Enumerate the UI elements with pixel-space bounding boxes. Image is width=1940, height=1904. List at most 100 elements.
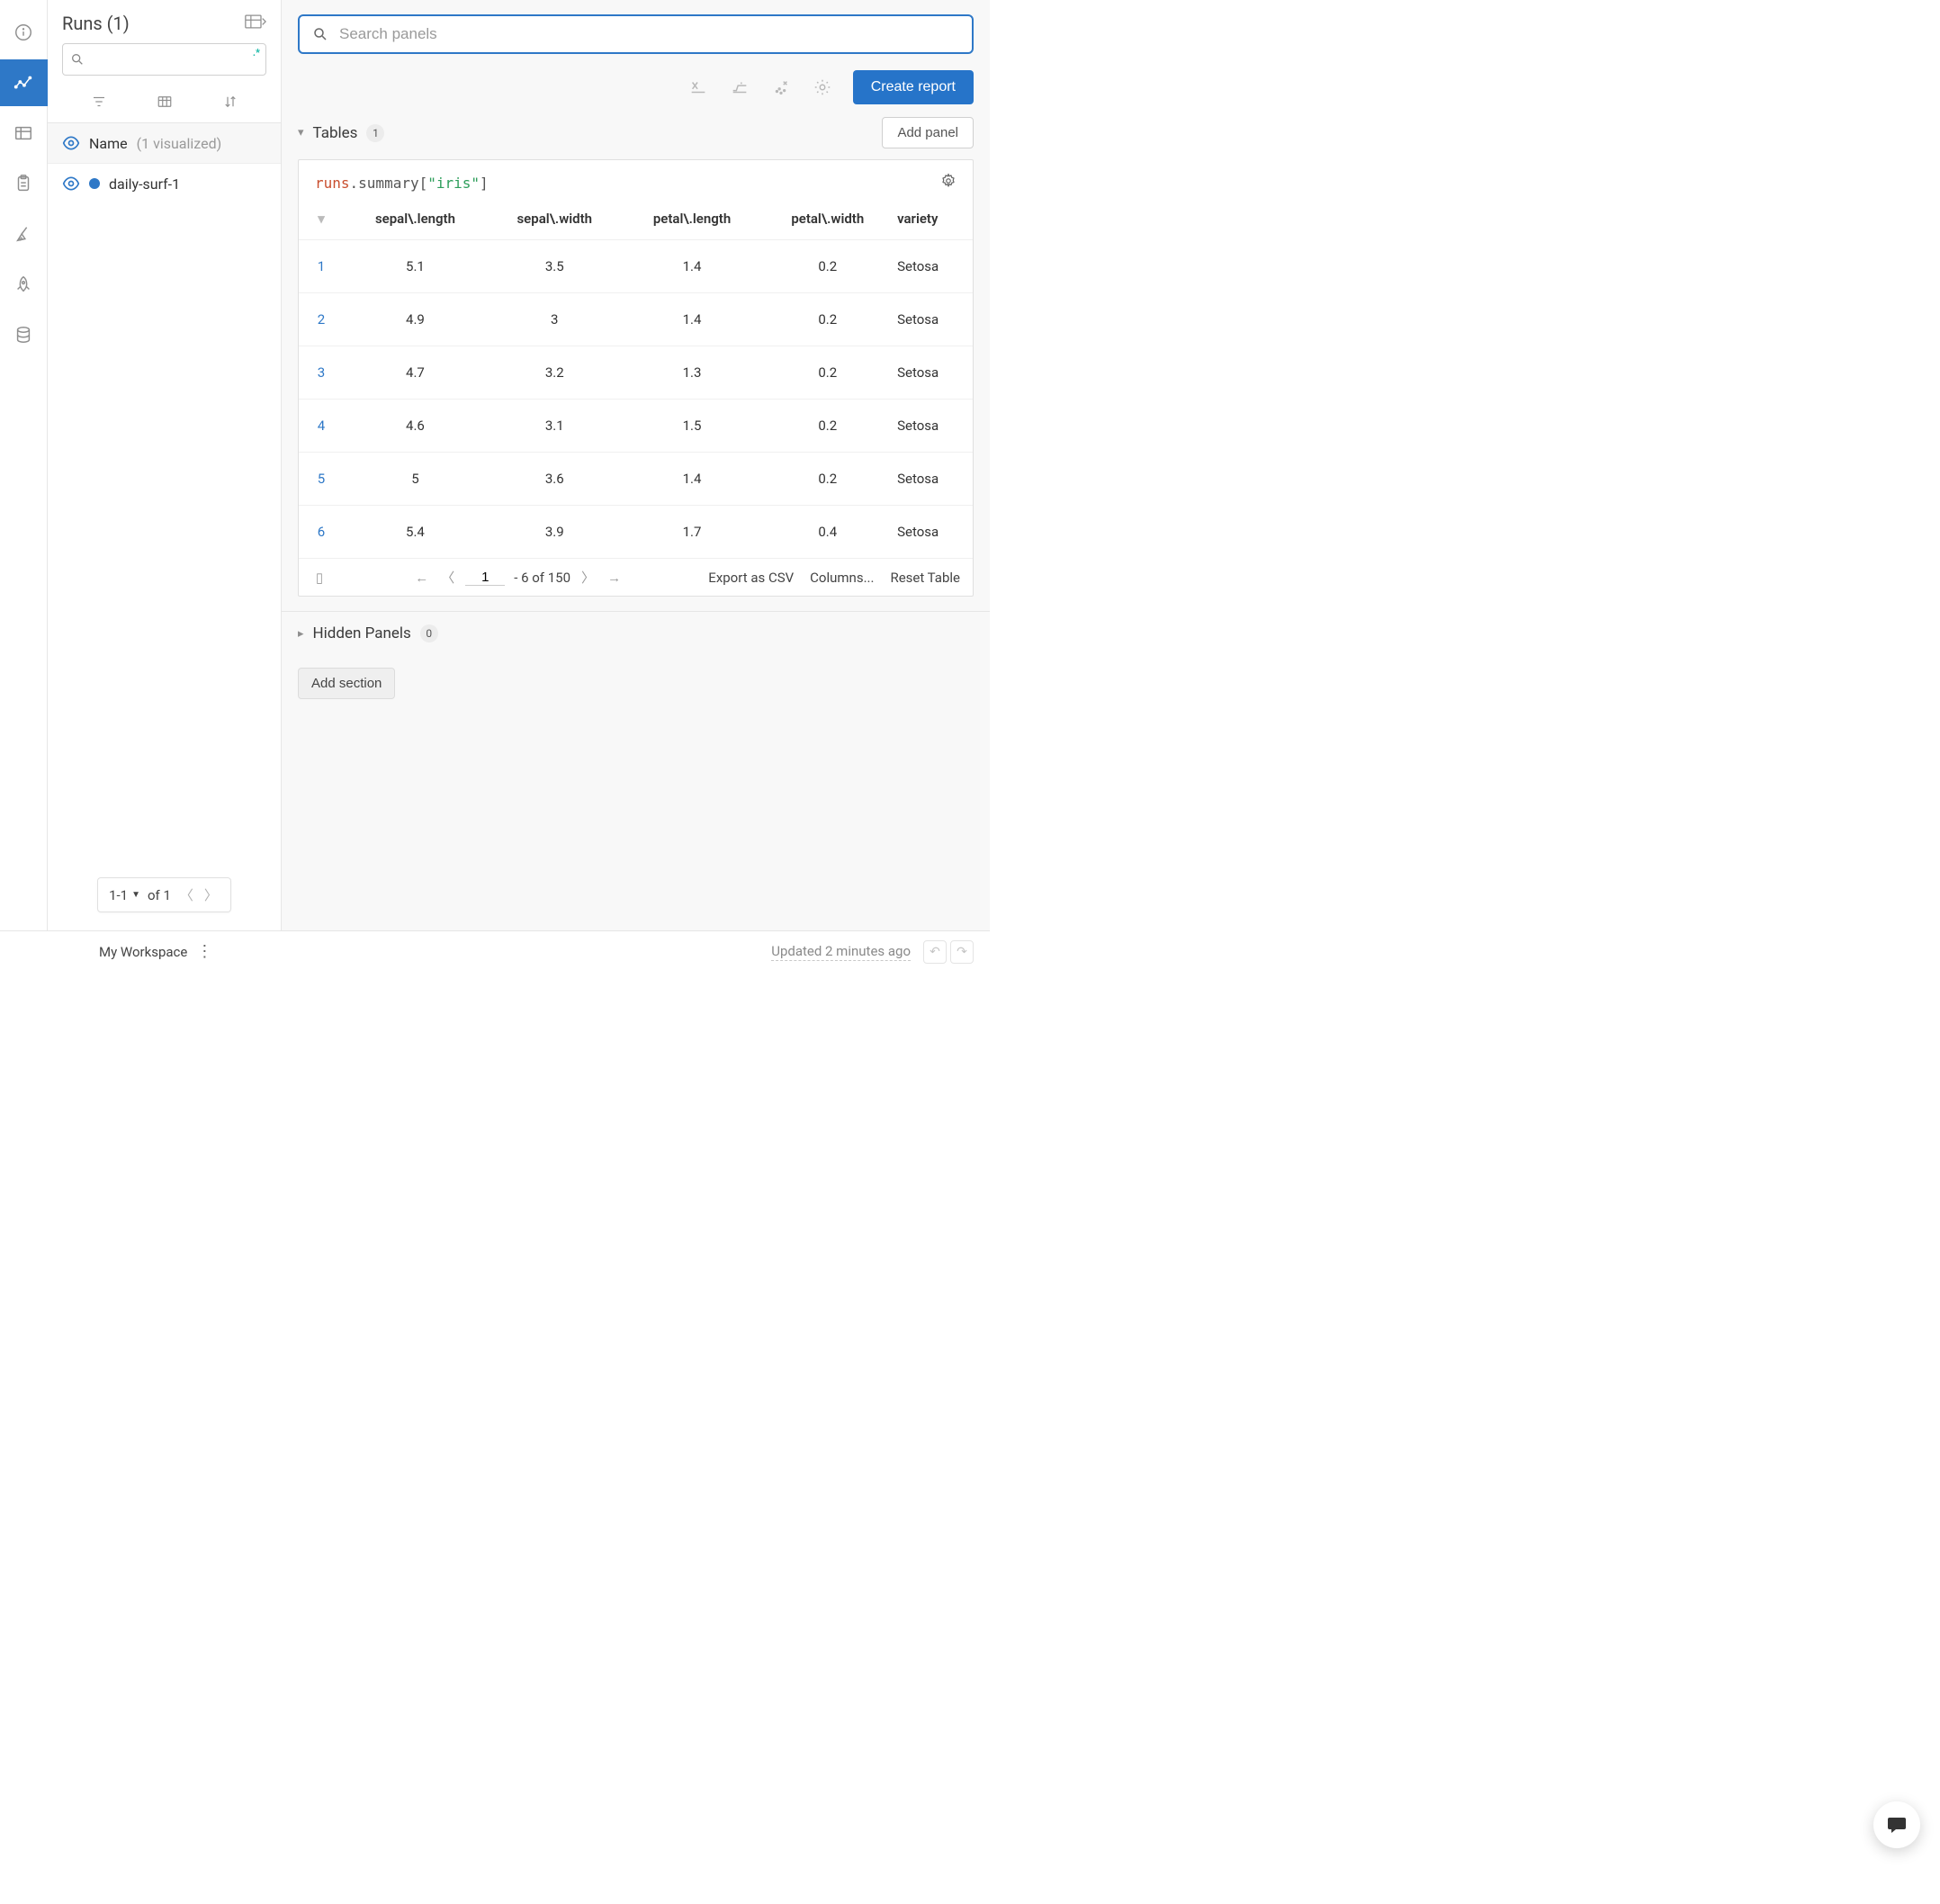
add-panel-button[interactable]: Add panel (882, 117, 974, 148)
pager-prev[interactable]: 〈 (178, 885, 195, 904)
table-panel: runs.summary["iris"] ▾ sepal\.lengthsepa… (298, 159, 974, 597)
runs-search[interactable]: .* (62, 43, 266, 76)
chat-bubble-icon[interactable] (1873, 1801, 1920, 1848)
settings-icon[interactable] (812, 76, 833, 98)
add-section-button[interactable]: Add section (298, 668, 395, 699)
table-row[interactable]: 24.931.40.2Setosa (299, 293, 973, 346)
smoothing-icon[interactable] (729, 76, 750, 98)
iconbar-artifacts[interactable] (0, 311, 48, 358)
pager-of-label: of 1 (148, 887, 171, 903)
runs-pager: 1-1 ▼ of 1 〈 〉 (97, 877, 231, 912)
section-tables-count: 1 (366, 124, 384, 142)
column-header[interactable]: variety (894, 202, 973, 240)
cell: Setosa (894, 400, 973, 453)
runs-sidebar: Runs (1) .* Name (1 vis (48, 0, 282, 930)
caret-down-icon[interactable]: ▼ (131, 890, 140, 900)
search-icon (70, 52, 85, 67)
row-index[interactable]: 4 (299, 400, 344, 453)
data-table: ▾ sepal\.lengthsepal\.widthpetal\.length… (299, 202, 973, 559)
cell: Setosa (894, 453, 973, 506)
run-color-dot (89, 178, 100, 189)
pager-next[interactable]: 〉 (202, 885, 220, 904)
row-index[interactable]: 6 (299, 506, 344, 559)
section-tables-header: ▾ Tables 1 Add panel (298, 117, 974, 159)
cell: Setosa (894, 240, 973, 293)
table-row[interactable]: 44.63.11.50.2Setosa (299, 400, 973, 453)
panel-search-input[interactable] (339, 25, 959, 43)
row-index[interactable]: 1 (299, 240, 344, 293)
table-row[interactable]: 65.43.91.70.4Setosa (299, 506, 973, 559)
filter-icon[interactable] (91, 94, 107, 110)
filter-funnel-icon[interactable]: ▾ (318, 211, 325, 227)
cell: 1.4 (623, 453, 762, 506)
group-name-label: Name (89, 135, 128, 152)
panel-settings-icon[interactable] (940, 173, 957, 193)
cell: 1.4 (623, 240, 762, 293)
column-header[interactable]: sepal\.length (344, 202, 487, 240)
sort-icon[interactable] (222, 94, 238, 110)
run-item[interactable]: daily-surf-1 (48, 164, 281, 203)
cell: 1.5 (623, 400, 762, 453)
prev-page-icon[interactable]: 〈 (439, 568, 456, 587)
cell: 3.9 (487, 506, 623, 559)
chevron-right-icon: ▸ (298, 627, 304, 641)
redo-button[interactable]: ↷ (950, 940, 974, 964)
iconbar-info[interactable] (0, 9, 48, 56)
workspace-name[interactable]: My Workspace (99, 944, 187, 960)
cell: Setosa (894, 346, 973, 400)
iconbar-launch[interactable] (0, 261, 48, 308)
cell: 3.6 (487, 453, 623, 506)
panel-title: runs.summary["iris"] (315, 175, 489, 192)
export-csv-button[interactable]: Export as CSV (708, 570, 794, 586)
undo-button[interactable]: ↶ (923, 940, 947, 964)
cell: 0.4 (761, 506, 894, 559)
column-header[interactable]: sepal\.width (487, 202, 623, 240)
panel-search[interactable] (298, 14, 974, 54)
expand-table-icon[interactable] (245, 13, 266, 33)
columns-button[interactable]: Columns... (810, 570, 874, 586)
create-report-button[interactable]: Create report (853, 70, 974, 104)
statusbar: My Workspace ⋮ Updated 2 minutes ago ↶ ↷ (0, 930, 990, 972)
autosize-icon[interactable]: ▯ (311, 570, 328, 586)
reset-table-button[interactable]: Reset Table (890, 570, 960, 586)
iconbar-clipboard[interactable] (0, 160, 48, 207)
last-page-icon[interactable]: → (606, 570, 623, 586)
cell: 5.4 (344, 506, 487, 559)
iconbar-table[interactable] (0, 110, 48, 157)
next-page-icon[interactable]: 〉 (579, 568, 597, 587)
iconbar-sweeps[interactable] (0, 211, 48, 257)
hidden-panels-title: Hidden Panels (313, 624, 411, 642)
row-index[interactable]: 3 (299, 346, 344, 400)
cell: 1.3 (623, 346, 762, 400)
runs-search-input[interactable] (92, 52, 258, 67)
cell: 5.1 (344, 240, 487, 293)
first-page-icon[interactable]: ← (413, 570, 430, 586)
row-index[interactable]: 2 (299, 293, 344, 346)
section-tables-title: Tables (313, 124, 358, 142)
iconbar-charts[interactable] (0, 59, 48, 106)
chevron-down-icon[interactable]: ▾ (298, 126, 304, 139)
table-row[interactable]: 15.13.51.40.2Setosa (299, 240, 973, 293)
page-input[interactable] (465, 570, 505, 586)
columns-icon[interactable] (157, 94, 173, 110)
search-icon (312, 26, 328, 42)
x-axis-icon[interactable] (687, 76, 709, 98)
iconbar (0, 0, 48, 930)
column-header[interactable]: petal\.length (623, 202, 762, 240)
regex-badge-icon[interactable]: .* (253, 47, 260, 58)
run-group-header[interactable]: Name (1 visualized) (48, 123, 281, 164)
table-row[interactable]: 553.61.40.2Setosa (299, 453, 973, 506)
pager-range[interactable]: 1-1 (109, 887, 128, 903)
main-content: Create report ▾ Tables 1 Add panel runs.… (282, 0, 990, 930)
section-hidden-header[interactable]: ▸ Hidden Panels 0 (282, 611, 990, 655)
cell: 4.7 (344, 346, 487, 400)
table-row[interactable]: 34.73.21.30.2Setosa (299, 346, 973, 400)
cell: 0.2 (761, 293, 894, 346)
column-header[interactable]: petal\.width (761, 202, 894, 240)
outliers-icon[interactable] (770, 76, 792, 98)
workspace-menu-icon[interactable]: ⋮ (196, 944, 212, 960)
eye-icon[interactable] (62, 175, 80, 193)
row-index[interactable]: 5 (299, 453, 344, 506)
cell: 1.7 (623, 506, 762, 559)
cell: 4.6 (344, 400, 487, 453)
